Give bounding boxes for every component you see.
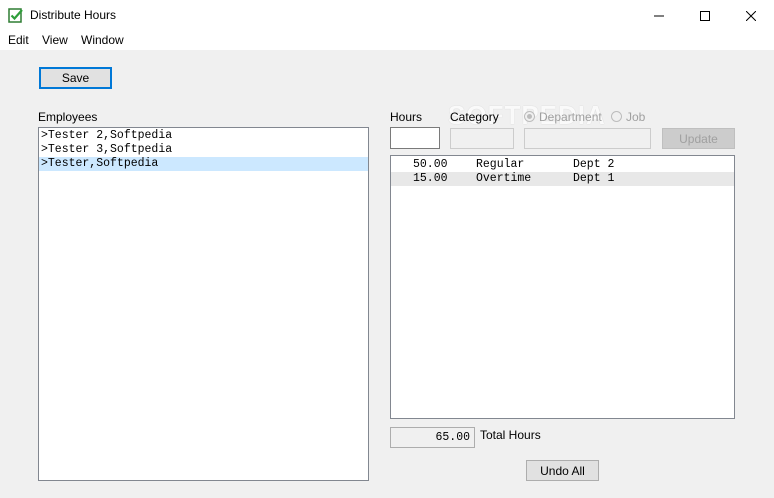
maximize-icon [700,10,710,21]
hours-row-selected[interactable]: 15.00 Overtime Dept 1 [391,172,734,186]
hours-cell: 50.00 [413,158,448,171]
employee-item[interactable]: >Tester 3,Softpedia [39,143,368,157]
category-cell: Regular [476,158,525,171]
title-bar[interactable]: Distribute Hours [0,0,774,31]
maximize-button[interactable] [682,0,728,31]
menu-edit[interactable]: Edit [8,33,29,47]
hours-input[interactable] [390,127,440,149]
radio-dot-icon [527,114,532,119]
hours-row[interactable]: 50.00 Regular Dept 2 [391,158,734,172]
close-button[interactable] [728,0,774,31]
minimize-button[interactable] [636,0,682,31]
employees-list[interactable]: >Tester 2,Softpedia >Tester 3,Softpedia … [38,127,369,481]
hours-label: Hours [390,110,423,124]
department-cell: Dept 2 [573,158,615,171]
category-label: Category [450,110,499,124]
department-label: Department [539,110,602,124]
save-button[interactable]: Save [39,67,112,89]
close-icon [746,10,756,21]
menu-bar: Edit View Window [0,31,774,50]
menu-view[interactable]: View [42,33,68,47]
department-radio[interactable] [524,111,535,122]
menu-window[interactable]: Window [81,33,124,47]
hours-distribution-list[interactable]: 50.00 Regular Dept 2 15.00 Overtime Dept… [390,155,735,419]
minimize-icon [654,15,664,16]
window-title: Distribute Hours [30,8,117,22]
job-radio[interactable] [611,111,622,122]
category-select[interactable] [450,128,514,149]
total-hours-field: 65.00 [390,427,475,448]
total-hours-label: Total Hours [480,428,541,442]
job-label: Job [626,110,646,124]
employees-label: Employees [38,110,98,124]
department-cell: Dept 1 [573,172,615,185]
undo-all-button[interactable]: Undo All [526,460,599,481]
app-checklist-icon [8,8,23,23]
employee-item-selected[interactable]: >Tester,Softpedia [39,157,368,171]
employee-item[interactable]: >Tester 2,Softpedia [39,129,368,143]
hours-cell: 15.00 [413,172,448,185]
department-select[interactable] [524,128,651,149]
category-cell: Overtime [476,172,532,185]
update-button[interactable]: Update [662,128,735,149]
